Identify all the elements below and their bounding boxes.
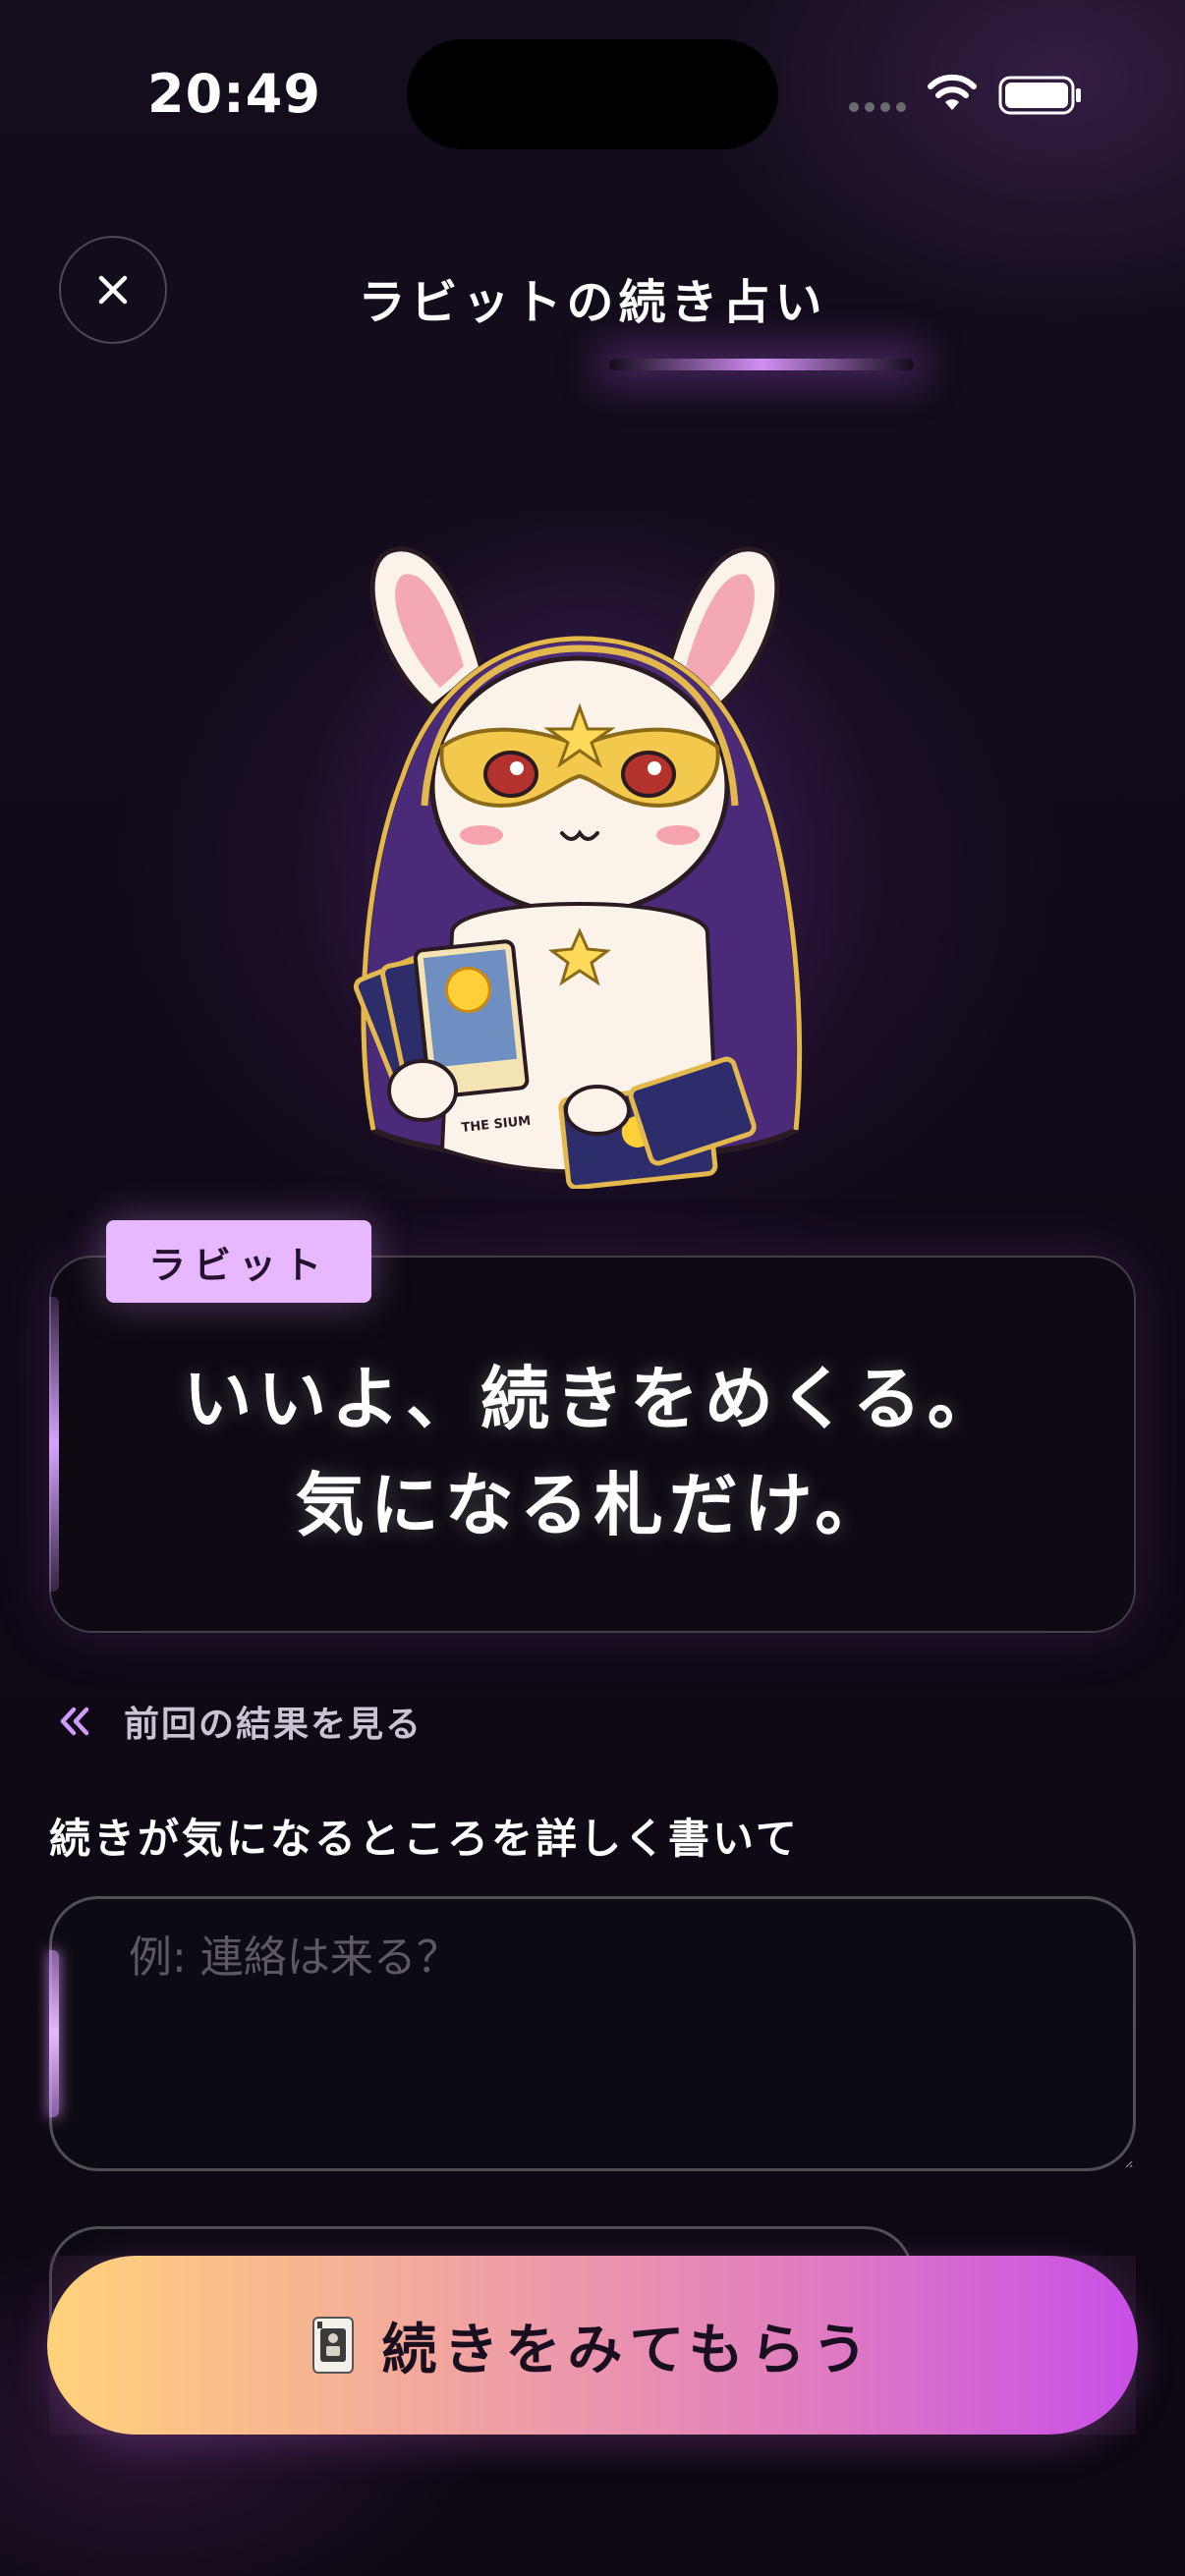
previous-result-link[interactable]: 前回の結果を見る [55, 1692, 423, 1751]
speech-card-accent-bar [49, 1297, 59, 1592]
question-field-label: 続きが気になるところを詳しく書いて [49, 1815, 800, 1863]
playing-card-icon [312, 2317, 355, 2374]
page-title: ラビットの続き占い [358, 275, 827, 330]
question-input[interactable] [49, 1896, 1136, 2171]
speech-line-2: 気になる札だけ。 [295, 1465, 890, 1545]
speaker-name-tag: ラビット [106, 1220, 371, 1303]
speech-line-1: いいよ、続きをめくる。 [183, 1359, 1002, 1439]
battery-icon [998, 76, 1081, 115]
speech-text: いいよ、続きをめくる。 気になる札だけ。 [59, 1346, 1126, 1558]
previous-result-label: 前回の結果を見る [124, 1705, 423, 1745]
cta-label: 続きをみてもらう [381, 2318, 875, 2382]
status-time: 20:49 [147, 63, 321, 125]
wifi-icon [928, 74, 977, 110]
question-input-accent-bar [49, 1950, 59, 2117]
rabbit-fortune-teller-illustration: THE SIUM [353, 546, 803, 1189]
get-continuation-reading-button[interactable]: 続きをみてもらう [47, 2256, 1138, 2435]
cellular-signal-icon [849, 102, 906, 112]
title-underline-glow [609, 359, 914, 370]
double-chevron-left-icon [60, 1707, 89, 1736]
dynamic-island [407, 39, 778, 149]
